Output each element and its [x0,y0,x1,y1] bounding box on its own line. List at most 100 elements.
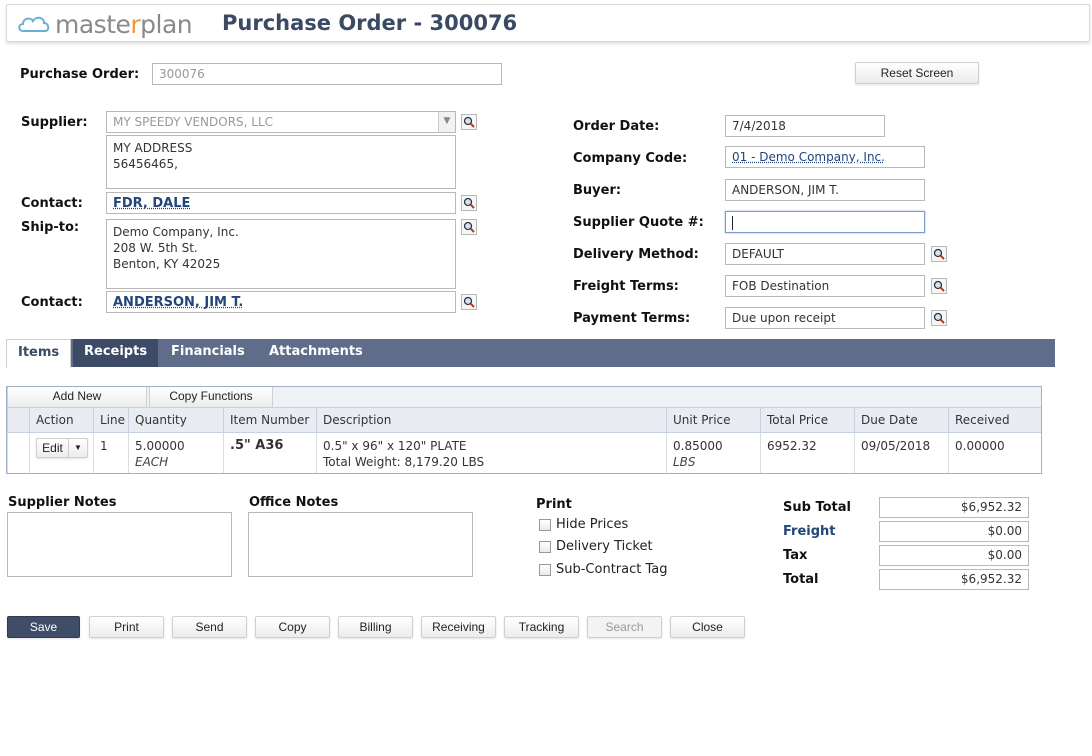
copy-functions-button[interactable]: Copy Functions [149,387,273,407]
shipto-contact-label: Contact: [21,295,83,310]
delivery-lookup-icon[interactable] [931,246,947,262]
send-button[interactable]: Send [172,616,247,638]
supplier-contact-field[interactable]: FDR, DALE [106,192,456,214]
edit-menu-chevron-icon[interactable]: ▼ [69,439,87,457]
tab-items[interactable]: Items [6,339,72,368]
action-cell: Edit ▼ [29,433,93,473]
payment-terms-lookup-icon[interactable] [931,310,947,326]
contact-label: Contact: [21,196,83,211]
freight-terms-lookup-icon[interactable] [931,278,947,294]
quantity-cell: 5.00000 EACH [128,433,223,473]
page-title: Purchase Order - 300076 [222,11,518,35]
delivery-ticket-checkbox[interactable] [539,540,551,553]
po-number-field[interactable]: 300076 [152,63,502,85]
text-cursor [732,215,733,230]
search-button[interactable]: Search [587,616,662,638]
print-button[interactable]: Print [89,616,164,638]
save-button[interactable]: Save [7,616,80,638]
office-notes-textarea[interactable] [248,512,473,577]
supplier-contact-link[interactable]: FDR, DALE [113,196,190,211]
column-header-description[interactable]: Description [316,408,666,433]
shipto-contact-field[interactable]: ANDERSON, JIM T. [106,291,456,313]
subtotal-value: $6,952.32 [879,497,1029,518]
supplier-notes-textarea[interactable] [7,512,232,577]
sub-contract-tag-checkbox[interactable] [539,563,551,576]
received-cell: 0.00000 [948,433,1041,473]
buyer-field[interactable]: ANDERSON, JIM T. [725,179,925,201]
subtotal-label: Sub Total [783,500,851,515]
freight-link[interactable]: Freight [783,524,836,539]
shipto-contact-lookup-icon[interactable] [461,294,477,310]
unit-price-value: 0.85000 [673,439,723,453]
close-button[interactable]: Close [670,616,745,638]
column-header-quantity[interactable]: Quantity [128,408,223,433]
tab-financials[interactable]: Financials [160,339,256,367]
delivery-method-field[interactable]: DEFAULT [725,243,925,265]
billing-button[interactable]: Billing [338,616,413,638]
hide-prices-option[interactable]: Hide Prices [539,517,628,532]
column-header-total-price[interactable]: Total Price [760,408,854,433]
supplier-address: MY ADDRESS 56456465, [106,135,456,189]
item-number-cell: .5" A36 [223,433,316,473]
contact-lookup-icon[interactable] [461,195,477,211]
supplier-select[interactable]: MY SPEEDY VENDORS, LLC ▼ [106,111,456,133]
column-header-received[interactable]: Received [948,408,1041,433]
supplier-lookup-icon[interactable] [461,114,477,130]
receiving-button[interactable]: Receiving [421,616,496,638]
weight-text: Total Weight: 8,179.20 LBS [323,455,485,469]
delivery-ticket-option[interactable]: Delivery Ticket [539,539,653,554]
sub-contract-tag-option[interactable]: Sub-Contract Tag [539,562,668,577]
office-notes-label: Office Notes [249,495,339,510]
tab-receipts[interactable]: Receipts [73,339,159,367]
company-code-link[interactable]: 01 - Demo Company, Inc. [732,150,885,164]
order-date-label: Order Date: [573,119,660,134]
column-header-item-number[interactable]: Item Number [223,408,316,433]
edit-split-button[interactable]: Edit ▼ [36,438,88,458]
freight-terms-field[interactable]: FOB Destination [725,275,925,297]
hide-prices-checkbox[interactable] [539,518,551,531]
supplier-label: Supplier: [21,115,88,130]
buyer-label: Buyer: [573,183,622,198]
line-cell: 1 [93,433,128,473]
delivery-ticket-label: Delivery Ticket [556,539,653,554]
print-options-label: Print [536,497,572,512]
tab-bar: Items Receipts Financials Attachments [6,339,1055,368]
tab-attachments[interactable]: Attachments [258,339,374,367]
freight-value[interactable]: $0.00 [879,521,1029,542]
tax-value: $0.00 [879,545,1029,566]
company-code-label: Company Code: [573,151,688,166]
column-header-due-date[interactable]: Due Date [854,408,948,433]
unit-price-uom: LBS [673,455,696,469]
supplier-select-value: MY SPEEDY VENDORS, LLC [113,115,274,129]
table-row[interactable]: Edit ▼ 1 5.00000 EACH .5" A36 0.5" x 96"… [7,433,1041,473]
chevron-down-icon[interactable]: ▼ [438,112,455,132]
add-new-button[interactable]: Add New [7,387,147,407]
freight-terms-label: Freight Terms: [573,279,679,294]
shipto-contact-link[interactable]: ANDERSON, JIM T. [113,295,243,310]
description-text: 0.5" x 96" x 120" PLATE [323,439,467,453]
due-date-cell: 09/05/2018 [854,433,948,473]
tracking-button[interactable]: Tracking [504,616,579,638]
shipto-address[interactable]: Demo Company, Inc. 208 W. 5th St. Benton… [106,219,456,289]
total-label: Total [783,572,819,587]
column-header-line[interactable]: Line [93,408,128,433]
supplier-quote-label: Supplier Quote #: [573,215,704,230]
payment-terms-field[interactable]: Due upon receipt [725,307,925,329]
column-header-unit-price[interactable]: Unit Price [666,408,760,433]
edit-button[interactable]: Edit [37,439,69,457]
tax-label: Tax [783,548,808,563]
company-code-field[interactable]: 01 - Demo Company, Inc. [725,146,925,168]
supplier-notes-label: Supplier Notes [8,495,117,510]
column-header-action[interactable]: Action [29,408,93,433]
shipto-lookup-icon[interactable] [461,219,477,235]
copy-button[interactable]: Copy [255,616,330,638]
reset-screen-button[interactable]: Reset Screen [855,62,979,84]
row-selector[interactable] [7,433,29,473]
po-label: Purchase Order: [20,67,140,82]
supplier-quote-input[interactable] [725,211,925,233]
items-grid: Add New Copy Functions Action Line Quant… [6,386,1042,474]
order-date-field[interactable]: 7/4/2018 [725,115,885,137]
total-value: $6,952.32 [879,569,1029,590]
column-header-select [7,408,29,433]
app-header: masterplan Purchase Order - 300076 [6,4,1090,42]
